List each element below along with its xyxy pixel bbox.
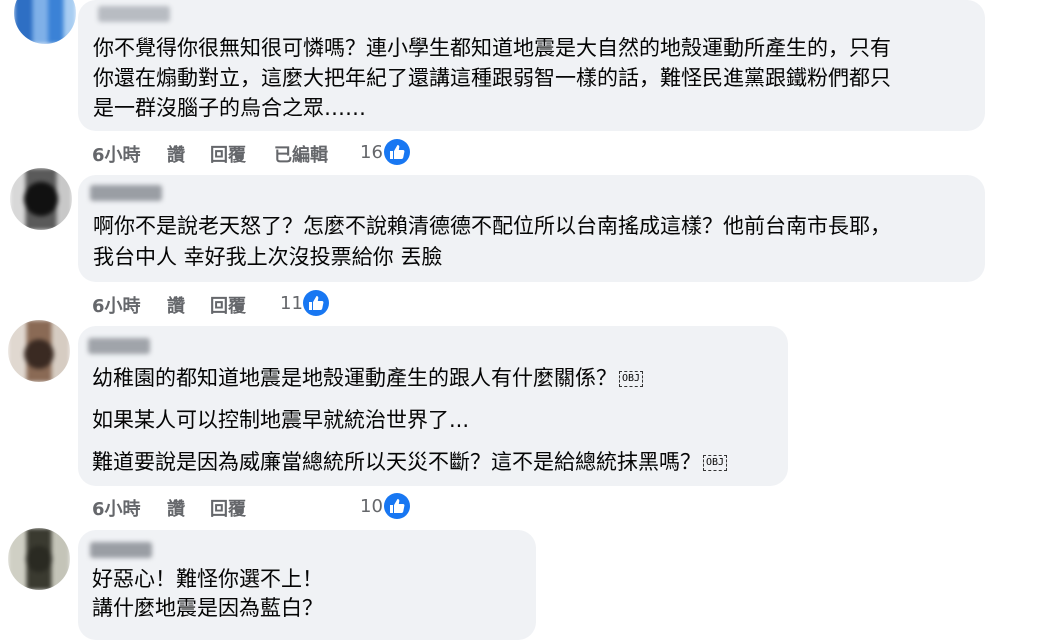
- thumbs-up-icon[interactable]: [384, 493, 410, 519]
- edited-label[interactable]: 已編輯: [274, 141, 328, 167]
- like-button[interactable]: 讚: [167, 495, 185, 521]
- comment-text-line: 幼稚園的都知道地震是地殼運動產生的跟人有什麼關係？ OBJ: [92, 363, 644, 394]
- reaction-count[interactable]: 11: [280, 293, 303, 314]
- comment-text-line: 難道要說是因為威廉當總統所以天災不斷？這不是給總統抹黑嗎？ OBJ: [92, 447, 728, 478]
- commenter-name[interactable]: [98, 6, 170, 22]
- comment-text-line: 講什麼地震是因為藍白？: [92, 596, 323, 620]
- comment-text-line: 是一群沒腦子的烏合之眾……: [93, 96, 366, 120]
- commenter-name[interactable]: [90, 542, 152, 558]
- comment-text-line: 你不覺得你很無知很可憐嗎？連小學生都知道地震是大自然的地殼運動所產生的，只有: [93, 36, 891, 60]
- reply-button[interactable]: 回覆: [210, 292, 246, 318]
- comment-actions: 6小時 讚 回覆: [92, 495, 292, 521]
- comment-line-text: 幼稚園的都知道地震是地殼運動產生的跟人有什麼關係？: [92, 366, 617, 390]
- comment-timestamp[interactable]: 6小時: [92, 141, 141, 167]
- like-button[interactable]: 讚: [167, 292, 185, 318]
- reaction-count[interactable]: 10: [360, 496, 383, 517]
- comment-bubble: 好惡心！難怪你選不上！ 講什麼地震是因為藍白？: [78, 530, 536, 640]
- comment-bubble: 你不覺得你很無知很可憐嗎？連小學生都知道地震是大自然的地殼運動所產生的，只有 你…: [78, 0, 985, 131]
- comment-text-line: 我台中人 幸好我上次沒投票給你 丟臉: [93, 245, 443, 269]
- comment-timestamp[interactable]: 6小時: [92, 495, 141, 521]
- comment-actions: 6小時 讚 回覆: [92, 292, 292, 318]
- comment-timestamp[interactable]: 6小時: [92, 292, 141, 318]
- avatar[interactable]: [8, 528, 70, 590]
- comment-text-line: 好惡心！難怪你選不上！: [92, 567, 323, 591]
- reply-button[interactable]: 回覆: [210, 495, 246, 521]
- avatar[interactable]: [14, 0, 76, 44]
- reply-button[interactable]: 回覆: [210, 141, 246, 167]
- comment-text-line: 你還在煽動對立，這麼大把年紀了還講這種跟弱智一樣的話，難怪民進黨跟鐵粉們都只: [93, 66, 891, 90]
- commenter-name[interactable]: [90, 185, 162, 201]
- avatar[interactable]: [10, 168, 72, 230]
- comment-bubble: 啊你不是說老天怒了？怎麼不說賴清德德不配位所以台南搖成這樣？他前台南市長耶， 我…: [78, 175, 985, 282]
- object-replacement-glyph: OBJ: [703, 455, 728, 471]
- comment-text-line: 啊你不是說老天怒了？怎麼不說賴清德德不配位所以台南搖成這樣？他前台南市長耶，: [93, 214, 891, 238]
- thumbs-up-icon[interactable]: [384, 139, 410, 165]
- thumbs-up-icon[interactable]: [303, 290, 329, 316]
- comment-text-line: 如果某人可以控制地震早就統治世界了...: [92, 408, 470, 432]
- object-replacement-glyph: OBJ: [619, 371, 644, 387]
- comment-line-text: 難道要說是因為威廉當總統所以天災不斷？這不是給總統抹黑嗎？: [92, 450, 701, 474]
- comment-bubble: 幼稚園的都知道地震是地殼運動產生的跟人有什麼關係？ OBJ 如果某人可以控制地震早…: [78, 326, 788, 486]
- commenter-name[interactable]: [88, 338, 150, 354]
- avatar[interactable]: [8, 320, 70, 382]
- reaction-count[interactable]: 16: [360, 142, 383, 163]
- like-button[interactable]: 讚: [167, 141, 185, 167]
